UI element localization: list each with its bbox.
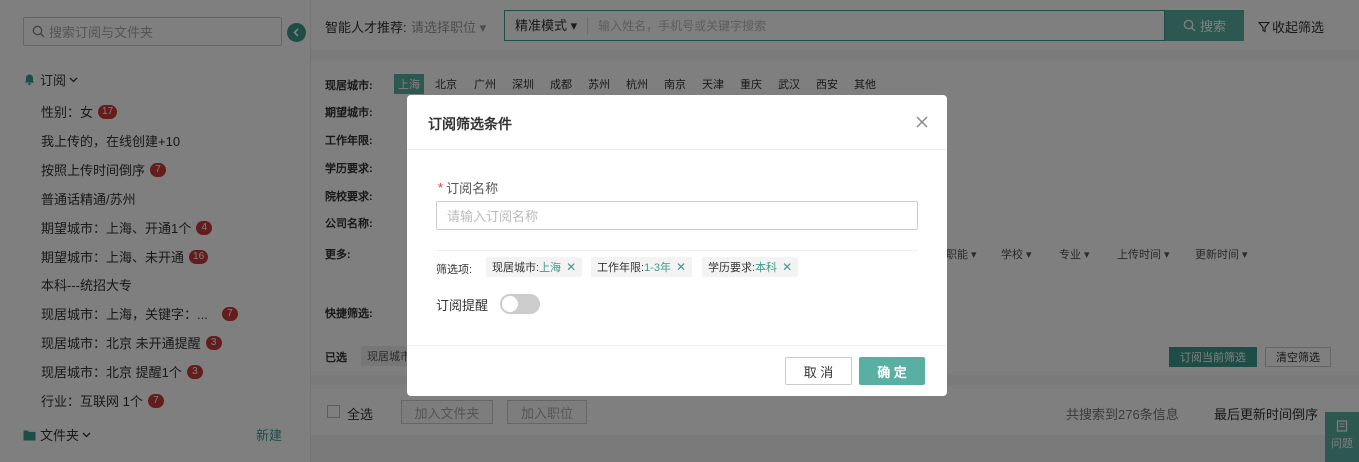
required-mark: *	[438, 180, 444, 195]
filter-tag-value: 上海	[539, 262, 562, 274]
filter-tag-key: 学历要求:	[708, 262, 756, 274]
filter-tag-key: 工作年限:	[597, 262, 645, 274]
filter-tag-value: 本科	[755, 262, 778, 274]
dialog-divider	[407, 345, 947, 346]
filter-items-label: 筛选项:	[436, 264, 473, 276]
filter-tag-key: 现居城市:	[492, 262, 540, 274]
filter-tag: 现居城市: 上海 ✕	[486, 257, 583, 277]
filter-tag: 学历要求: 本科 ✕	[702, 257, 799, 277]
cancel-button[interactable]: 取 消	[785, 357, 852, 385]
confirm-button[interactable]: 确 定	[859, 357, 925, 385]
filter-tag-value: 1-3年	[644, 262, 671, 274]
remove-tag-icon[interactable]: ✕	[782, 260, 792, 274]
close-icon[interactable]	[915, 115, 929, 129]
subscription-remind-toggle[interactable]	[500, 294, 540, 314]
toggle-knob	[502, 296, 518, 312]
filter-tag: 工作年限: 1-3年 ✕	[591, 257, 693, 277]
dialog-divider	[407, 149, 947, 150]
remove-tag-icon[interactable]: ✕	[566, 260, 576, 274]
subscription-remind-label: 订阅提醒	[436, 298, 489, 313]
remove-tag-icon[interactable]: ✕	[676, 260, 686, 274]
subscription-name-placeholder: 请输入订阅名称	[447, 209, 539, 224]
subscription-name-label-text: 订阅名称	[446, 181, 499, 196]
dialog-divider	[436, 250, 918, 251]
subscription-name-label: * 订阅名称	[438, 178, 498, 197]
subscription-filter-dialog: 订阅筛选条件 * 订阅名称 请输入订阅名称 筛选项: 现居城市: 上海 ✕ 工作年限…	[407, 95, 947, 396]
dialog-title: 订阅筛选条件	[428, 116, 512, 132]
subscription-name-input[interactable]: 请输入订阅名称	[436, 201, 918, 230]
